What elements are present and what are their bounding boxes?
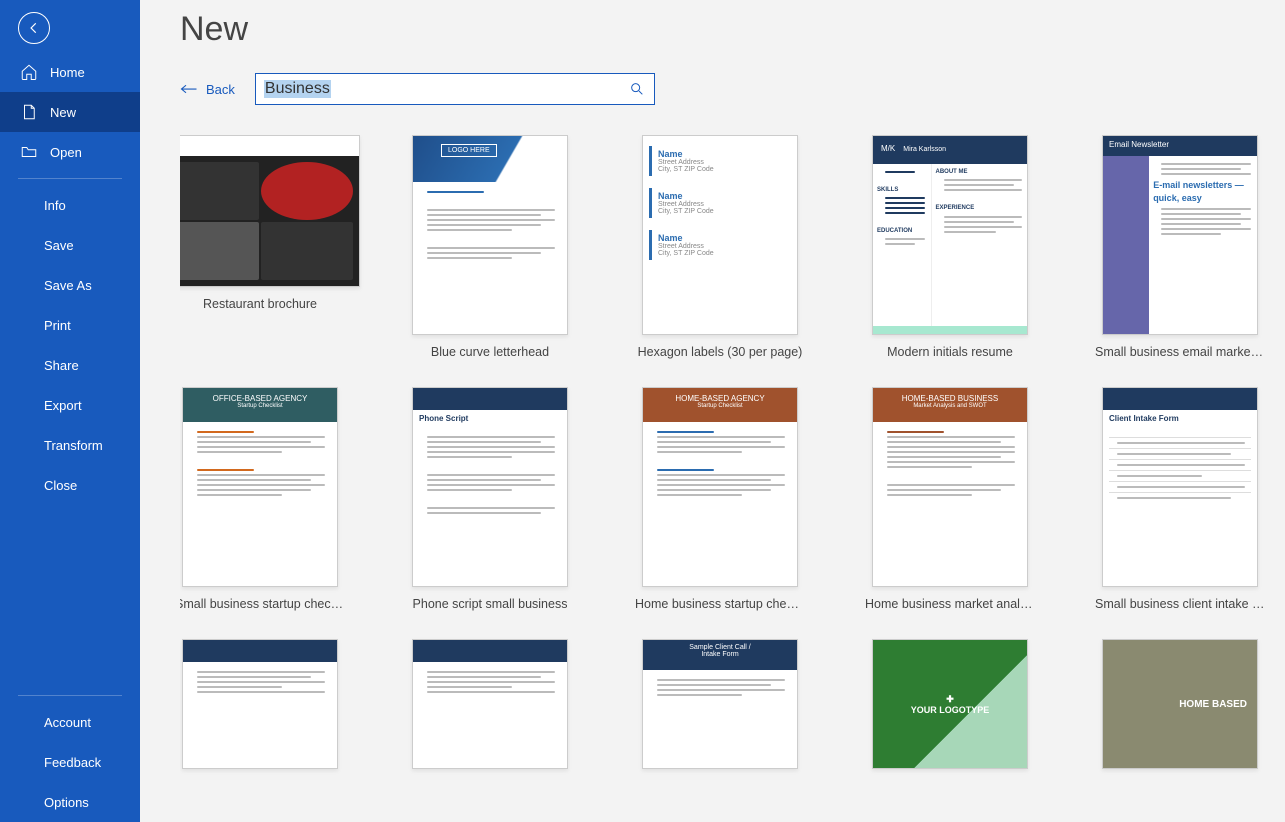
sidebar-item-label: Home: [50, 65, 85, 80]
template-thumb: Sample Client Call /Intake Form: [642, 639, 798, 769]
sidebar-item-options[interactable]: Options: [0, 782, 140, 822]
open-icon: [20, 143, 38, 161]
template-thumb: Email Newsletter E-mail newsletters — qu…: [1102, 135, 1258, 335]
arrow-left-icon: [180, 83, 198, 95]
template-thumb: HOME-BASED BUSINESSMarket Analysis and S…: [872, 387, 1028, 587]
back-circle-button[interactable]: [18, 12, 50, 44]
sidebar-item-label: Open: [50, 145, 82, 160]
template-partial-2[interactable]: [410, 639, 570, 769]
template-thumb: Client Intake Form: [1102, 387, 1258, 587]
template-thumb: [182, 639, 338, 769]
sidebar-item-info[interactable]: Info: [0, 185, 140, 225]
template-home-market-analysis[interactable]: HOME-BASED BUSINESSMarket Analysis and S…: [870, 387, 1030, 611]
sidebar-item-saveas[interactable]: Save As: [0, 265, 140, 305]
template-label: Home business market analy...: [865, 597, 1035, 611]
search-box: Business: [255, 73, 655, 105]
back-link-label: Back: [206, 82, 235, 97]
template-label: Restaurant brochure: [203, 297, 317, 311]
sidebar-item-feedback[interactable]: Feedback: [0, 742, 140, 782]
template-thumb: M/KMira Karlsson SKILLS EDUCATION ABOUT …: [872, 135, 1028, 335]
template-thumb: HOME BASED: [1102, 639, 1258, 769]
toolbar: Back Business: [180, 73, 1285, 105]
home-icon: [20, 63, 38, 81]
page-title: New: [180, 10, 1285, 49]
sidebar-item-transform[interactable]: Transform: [0, 425, 140, 465]
sidebar-item-close[interactable]: Close: [0, 465, 140, 505]
template-hexagon-labels[interactable]: NameStreet AddressCity, ST ZIP Code Name…: [640, 135, 800, 359]
template-blue-curve-letterhead[interactable]: LOGO HERE Blue curve letterhead: [410, 135, 570, 359]
template-email-newsletter[interactable]: Email Newsletter E-mail newsletters — qu…: [1100, 135, 1260, 359]
divider: [18, 178, 122, 179]
template-partial-1[interactable]: [180, 639, 340, 769]
template-label: Modern initials resume: [887, 345, 1013, 359]
template-partial-3[interactable]: Sample Client Call /Intake Form: [640, 639, 800, 769]
template-thumb: LOGO HERE: [412, 135, 568, 335]
template-thumb: ✚YOUR LOGOTYPE: [872, 639, 1028, 769]
sidebar-item-print[interactable]: Print: [0, 305, 140, 345]
template-phone-script[interactable]: Phone Script Phone script small business: [410, 387, 570, 611]
template-partial-5[interactable]: HOME BASED: [1100, 639, 1260, 769]
sidebar-item-label: New: [50, 105, 76, 120]
template-thumb: OFFICE-BASED AGENCYStartup Checklist: [182, 387, 338, 587]
sidebar-item-home[interactable]: Home: [0, 52, 140, 92]
template-partial-4[interactable]: ✚YOUR LOGOTYPE: [870, 639, 1030, 769]
sidebar: Home New Open Info Save Save As Print Sh…: [0, 0, 140, 822]
template-restaurant-brochure[interactable]: Restaurant brochure: [180, 135, 340, 359]
template-client-intake-form[interactable]: Client Intake Form Small business client…: [1100, 387, 1260, 611]
search-input[interactable]: Business: [264, 80, 331, 98]
template-startup-checklist[interactable]: OFFICE-BASED AGENCYStartup Checklist Sma…: [180, 387, 340, 611]
sidebar-item-export[interactable]: Export: [0, 385, 140, 425]
template-thumb: [412, 639, 568, 769]
templates-grid: Restaurant brochure LOGO HERE Blue curve…: [180, 135, 1285, 807]
sidebar-item-save[interactable]: Save: [0, 225, 140, 265]
arrow-left-icon: [27, 21, 41, 35]
sidebar-item-account[interactable]: Account: [0, 702, 140, 742]
search-button[interactable]: [626, 78, 648, 100]
template-label: Small business startup checklist: [180, 597, 345, 611]
divider: [18, 695, 122, 696]
main-area: New Back Business Restaurant brochure: [140, 0, 1285, 822]
back-link[interactable]: Back: [180, 82, 235, 97]
template-label: Phone script small business: [413, 597, 568, 611]
search-icon: [629, 81, 645, 97]
sidebar-item-open[interactable]: Open: [0, 132, 140, 172]
template-label: Hexagon labels (30 per page): [638, 345, 803, 359]
sidebar-footer: Account Feedback Options: [0, 689, 140, 822]
template-home-startup-checklist[interactable]: HOME-BASED AGENCYStartup Checklist Home …: [640, 387, 800, 611]
template-label: Small business email marketi...: [1095, 345, 1265, 359]
sidebar-item-new[interactable]: New: [0, 92, 140, 132]
template-label: Small business client intake f...: [1095, 597, 1265, 611]
template-label: Blue curve letterhead: [431, 345, 549, 359]
sidebar-item-share[interactable]: Share: [0, 345, 140, 385]
template-thumb: HOME-BASED AGENCYStartup Checklist: [642, 387, 798, 587]
template-label: Home business startup check...: [635, 597, 805, 611]
template-thumb: Phone Script: [412, 387, 568, 587]
template-modern-initials-resume[interactable]: M/KMira Karlsson SKILLS EDUCATION ABOUT …: [870, 135, 1030, 359]
sidebar-nav: Home New Open: [0, 48, 140, 172]
template-thumb: [180, 135, 360, 287]
sidebar-subnav: Info Save Save As Print Share Export Tra…: [0, 185, 140, 505]
template-thumb: NameStreet AddressCity, ST ZIP Code Name…: [642, 135, 798, 335]
new-icon: [20, 103, 38, 121]
